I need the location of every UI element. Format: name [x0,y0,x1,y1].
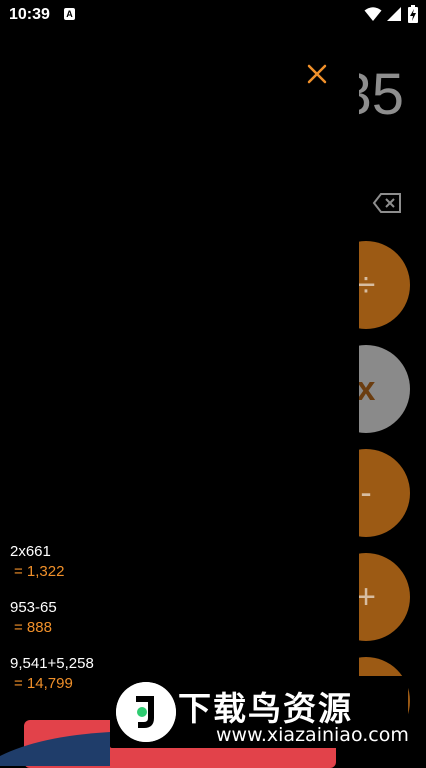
status-bar: 10:39 A [0,0,426,30]
battery-charging-icon [408,5,418,23]
history-result: = 1,322 [14,563,65,580]
watermark-title: 下载鸟资源 [178,689,353,728]
bird-logo-icon [116,682,176,742]
backspace-icon[interactable] [372,192,402,214]
watermark: 下载鸟资源 www.xiazainiao.com [110,676,409,748]
history-drawer: 2x661 = 1,322 953-65 = 888 9,541+5,258 =… [0,30,359,768]
history-expression: 953-65 [10,599,57,616]
history-item[interactable]: 2x661 = 1,322 [10,542,340,598]
watermark-url: www.xiazainiao.com [216,724,409,746]
history-expression: 2x661 [10,543,51,560]
signal-icon [387,7,401,21]
close-icon[interactable] [303,60,331,88]
history-result: = 888 [14,619,52,636]
history-expression: 9,541+5,258 [10,655,94,672]
status-time: 10:39 [9,6,50,23]
a-badge-icon: A [64,8,75,20]
wifi-icon [364,7,382,21]
decorative-ribbon [0,732,110,766]
history-item[interactable]: 953-65 = 888 [10,598,340,654]
